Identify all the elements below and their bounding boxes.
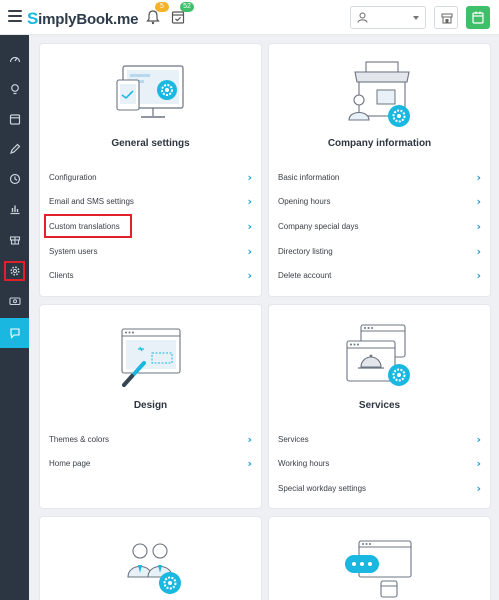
card-title: Company information [327,138,432,149]
chevron-right-icon: › [476,244,481,258]
dashboard-icon [9,56,20,63]
sidebar-item-chat[interactable] [0,318,29,348]
money-icon [8,297,21,306]
link-label: Opening hours [278,196,331,206]
link-label: Email and SMS settings [49,196,134,206]
link-opening-hours[interactable]: Opening hours › [278,190,481,212]
sidebar-item-gifts[interactable] [0,225,29,253]
sidebar-item-calendar[interactable] [0,105,29,133]
services-card: Services Services › Working hours › Specia… [269,305,490,508]
bookings-button[interactable]: 52 [171,2,194,27]
chevron-right-icon: › [247,244,252,258]
gift-icon [9,236,20,245]
chevron-right-icon: › [476,194,481,208]
bulb-icon [10,84,19,95]
card-title: Services [358,400,401,411]
link-basic-information[interactable]: Basic information › [278,166,481,188]
link-label: Basic information [278,172,340,182]
notifications-badge: 5 [155,2,169,12]
menu-icon[interactable] [8,10,22,22]
chevron-right-icon: › [247,432,252,446]
clock-icon [9,173,20,185]
link-working-hours[interactable]: Working hours › [278,452,481,474]
sidebar-item-payments[interactable] [0,287,29,315]
general-settings-card: General settings Configuration › Email an… [40,44,261,296]
link-label: Configuration [49,172,97,182]
notifications-button[interactable]: 5 [146,2,169,27]
communication-card [269,517,490,600]
design-card: Design Themes & colors › Home page › [40,305,261,508]
link-themes-colors[interactable]: Themes & colors › [49,428,252,450]
chevron-right-icon: › [247,268,252,282]
user-menu-dropdown[interactable] [350,6,426,29]
store-button[interactable] [434,6,458,29]
settings-monitor-illustration [116,65,184,118]
calendar-button[interactable] [466,6,490,29]
sidebar-item-reports[interactable] [0,195,29,223]
link-directory-listing[interactable]: Directory listing › [278,240,481,262]
storefront-illustration [348,61,410,127]
chevron-right-icon: › [247,219,252,233]
link-label: Special workday settings [278,483,367,493]
link-label: Home page [49,458,91,468]
sidebar-item-edit[interactable] [0,135,29,163]
company-information-card: Company information Basic information › O… [269,44,490,296]
link-label: Themes & colors [49,434,110,444]
user-icon [357,12,368,23]
link-email-sms-settings[interactable]: Email and SMS settings › [49,190,252,212]
communication-illustration [345,540,412,598]
link-label: System users [49,246,98,256]
staff-card [40,517,261,600]
chevron-right-icon: › [476,456,481,470]
chevron-right-icon: › [476,268,481,282]
chevron-right-icon: › [247,456,252,470]
chart-icon [10,205,19,215]
link-label: Services [278,434,309,444]
design-wand-illustration [121,328,181,387]
services-illustration [346,324,410,386]
chevron-right-icon: › [476,219,481,233]
logo[interactable]: SimplyBook.me [27,9,138,29]
link-delete-account[interactable]: Delete account › [278,264,481,286]
card-title: Design [133,400,168,411]
chevron-right-icon: › [476,432,481,446]
link-home-page[interactable]: Home page › [49,452,252,474]
custom-translations-highlight-box [44,214,132,238]
link-clients[interactable]: Clients › [49,264,252,286]
sidebar-item-ideas[interactable] [0,75,29,103]
store-icon [441,13,453,24]
settings-highlight-box [4,261,25,281]
chevron-right-icon: › [247,170,252,184]
card-title: General settings [111,138,190,149]
calendar-icon [472,11,484,24]
link-system-users[interactable]: System users › [49,240,252,262]
chevron-right-icon: › [247,194,252,208]
link-label: Directory listing [278,246,333,256]
link-label: Clients [49,270,74,280]
link-configuration[interactable]: Configuration › [49,166,252,188]
chevron-right-icon: › [476,170,481,184]
sidebar-item-dashboard[interactable] [0,45,29,73]
link-company-special-days[interactable]: Company special days › [278,215,481,237]
staff-illustration [127,543,181,594]
link-label: Delete account [278,270,332,280]
link-services[interactable]: Services › [278,428,481,450]
link-label: Working hours [278,458,330,468]
sidebar [0,35,29,600]
chat-icon [9,328,20,339]
bookings-badge: 52 [180,2,194,12]
link-label: Company special days [278,221,359,231]
sidebar-item-history[interactable] [0,165,29,193]
link-special-workday-settings[interactable]: Special workday settings › [278,477,481,499]
chevron-down-icon [413,16,419,20]
pencil-icon [9,143,20,154]
calendar-icon [9,114,20,125]
top-bar: SimplyBook.me 5 52 [0,0,499,35]
chevron-right-icon: › [476,481,481,495]
